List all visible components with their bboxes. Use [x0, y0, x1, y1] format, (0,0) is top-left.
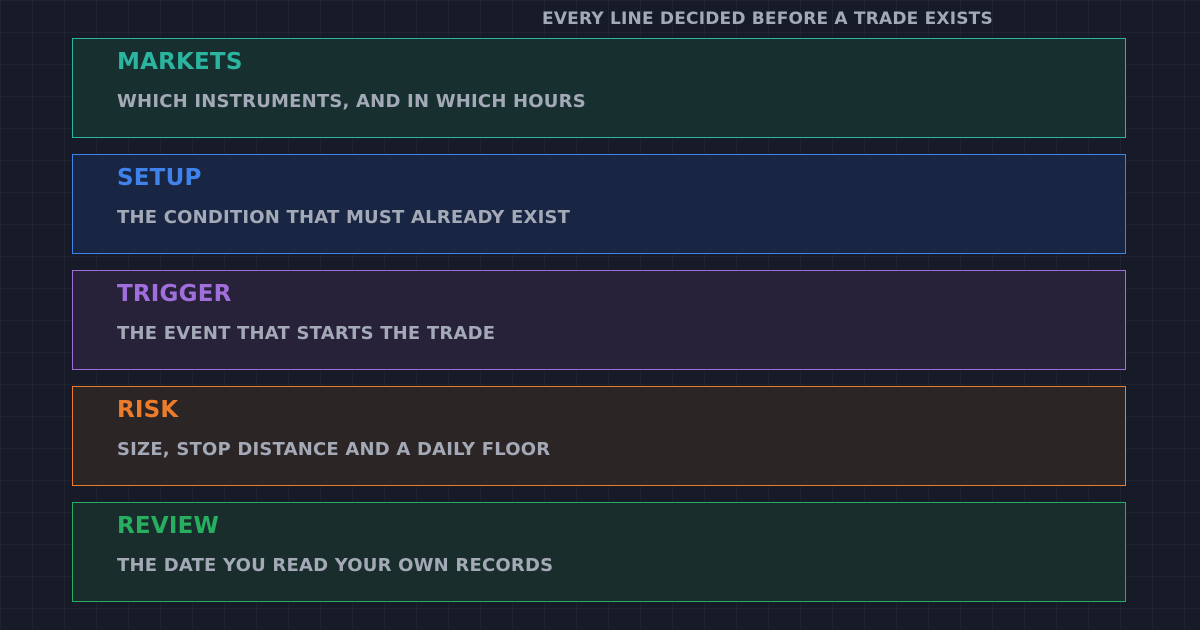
block-title: SETUP — [117, 165, 202, 191]
block-setup: SETUP THE CONDITION THAT MUST ALREADY EX… — [72, 154, 1126, 254]
block-markets: MARKETS WHICH INSTRUMENTS, AND IN WHICH … — [72, 38, 1126, 138]
block-title: MARKETS — [117, 49, 243, 75]
block-title: RISK — [117, 397, 179, 423]
block-risk: RISK SIZE, STOP DISTANCE AND A DAILY FLO… — [72, 386, 1126, 486]
block-description: THE CONDITION THAT MUST ALREADY EXIST — [117, 207, 571, 228]
block-description: WHICH INSTRUMENTS, AND IN WHICH HOURS — [117, 91, 586, 112]
block-description: THE DATE YOU READ YOUR OWN RECORDS — [117, 555, 554, 576]
diagram-caption: EVERY LINE DECIDED BEFORE A TRADE EXISTS — [542, 9, 993, 29]
block-review: REVIEW THE DATE YOU READ YOUR OWN RECORD… — [72, 502, 1126, 602]
block-description: THE EVENT THAT STARTS THE TRADE — [117, 323, 496, 344]
block-title: REVIEW — [117, 513, 220, 539]
block-trigger: TRIGGER THE EVENT THAT STARTS THE TRADE — [72, 270, 1126, 370]
block-description: SIZE, STOP DISTANCE AND A DAILY FLOOR — [117, 439, 551, 460]
block-title: TRIGGER — [117, 281, 232, 307]
plan-stack: MARKETS WHICH INSTRUMENTS, AND IN WHICH … — [72, 38, 1126, 618]
